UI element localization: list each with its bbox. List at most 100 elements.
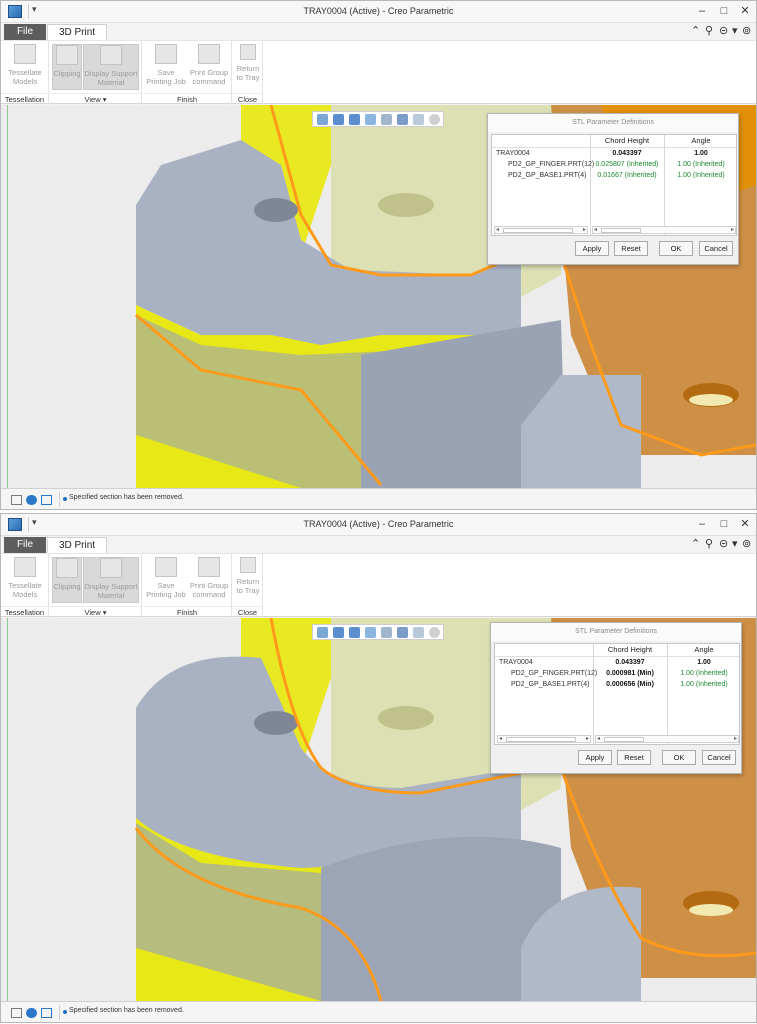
close-window-button[interactable]: ✕ (738, 516, 752, 532)
scroll-left-icon[interactable]: ◂ (496, 226, 499, 233)
view-manager-icon[interactable] (413, 627, 424, 638)
scroll-left-icon[interactable]: ◂ (499, 735, 502, 742)
cancel-button[interactable]: Cancel (702, 750, 736, 765)
scroll-left-icon[interactable]: ◂ (594, 226, 597, 233)
row-name-assembly[interactable]: TRAY0004 (499, 659, 533, 666)
row-angle-finger[interactable]: 1.00 (Inherited) (667, 670, 741, 677)
search-icon[interactable]: ⚲ (705, 537, 713, 550)
view-manager-icon[interactable] (413, 114, 424, 125)
save-printing-job-button[interactable]: Save Printing Job (145, 44, 187, 86)
tab-3d-print[interactable]: 3D Print (47, 537, 107, 553)
row-angle-assembly[interactable]: 1.00 (667, 659, 741, 666)
clipping-button[interactable]: Clipping (52, 44, 82, 90)
row-chord-base[interactable]: 0.000656 (Min) (593, 681, 667, 688)
column-header-angle[interactable]: Angle (667, 645, 741, 654)
return-to-tray-button[interactable]: Return to Tray (235, 44, 261, 82)
row-chord-finger[interactable]: 0.025807 (Inherited) (590, 161, 664, 168)
scroll-thumb[interactable] (506, 737, 576, 742)
maximize-button[interactable]: □ (717, 3, 731, 19)
refit-icon[interactable] (317, 114, 328, 125)
row-name-finger[interactable]: PD2_GP_FINGER.PRT(12) (511, 670, 597, 677)
clipping-button[interactable]: Clipping (52, 557, 82, 603)
row-angle-assembly[interactable]: 1.00 (664, 150, 738, 157)
tab-file[interactable]: File (4, 537, 46, 553)
reset-button[interactable]: Reset (614, 241, 648, 256)
row-name-base[interactable]: PD2_GP_BASE1.PRT(4) (511, 681, 589, 688)
help-dropdown-icon[interactable]: ▾ (732, 24, 738, 37)
scroll-thumb[interactable] (601, 228, 641, 233)
print-group-command-button[interactable]: Print Group command (188, 557, 230, 599)
model-tree-icon[interactable] (11, 495, 22, 505)
column-header-chord-height[interactable]: Chord Height (593, 645, 667, 654)
column-header-chord-height[interactable]: Chord Height (590, 136, 664, 145)
datum-display-icon[interactable] (429, 627, 440, 638)
repaint-icon[interactable] (365, 627, 376, 638)
return-to-tray-button[interactable]: Return to Tray (235, 557, 261, 595)
group-label-view[interactable]: View ▾ (50, 606, 141, 618)
graphics-area[interactable]: STL Parameter Definitions Chord Height A… (1, 618, 756, 1001)
cancel-button[interactable]: Cancel (699, 241, 733, 256)
close-window-button[interactable]: ✕ (738, 3, 752, 19)
name-column-scrollbar[interactable]: ◂ ▸ (497, 735, 591, 743)
tab-file[interactable]: File (4, 24, 46, 40)
scroll-right-icon[interactable]: ▸ (734, 735, 737, 742)
zoom-out-icon[interactable] (349, 114, 360, 125)
browser-icon[interactable] (26, 1008, 37, 1018)
scroll-left-icon[interactable]: ◂ (597, 735, 600, 742)
group-label-view[interactable]: View ▾ (50, 93, 141, 105)
fullscreen-icon[interactable] (41, 495, 52, 505)
zoom-out-icon[interactable] (349, 627, 360, 638)
help-icon[interactable]: ⊝ (719, 537, 728, 550)
value-columns-scrollbar[interactable]: ◂ ▸ (595, 735, 739, 743)
zoom-in-icon[interactable] (333, 114, 344, 125)
scroll-right-icon[interactable]: ▸ (586, 735, 589, 742)
display-support-material-button[interactable]: Display Support Material (83, 557, 139, 603)
saved-orientations-icon[interactable] (397, 627, 408, 638)
model-tree-icon[interactable] (11, 1008, 22, 1018)
minimize-button[interactable]: – (695, 516, 709, 532)
scroll-right-icon[interactable]: ▸ (583, 226, 586, 233)
refit-icon[interactable] (317, 627, 328, 638)
row-angle-base[interactable]: 1.00 (Inherited) (664, 172, 738, 179)
display-style-icon[interactable] (381, 627, 392, 638)
row-angle-base[interactable]: 1.00 (Inherited) (667, 681, 741, 688)
column-header-angle[interactable]: Angle (664, 136, 738, 145)
datum-display-icon[interactable] (429, 114, 440, 125)
row-chord-assembly[interactable]: 0.043397 (593, 659, 667, 666)
scroll-right-icon[interactable]: ▸ (731, 226, 734, 233)
save-printing-job-button[interactable]: Save Printing Job (145, 557, 187, 599)
row-chord-base[interactable]: 0.01667 (Inherited) (590, 172, 664, 179)
tessellate-models-button[interactable]: Tessellate Models (4, 44, 46, 86)
row-angle-finger[interactable]: 1.00 (Inherited) (664, 161, 738, 168)
ok-button[interactable]: OK (662, 750, 696, 765)
tessellate-models-button[interactable]: Tessellate Models (4, 557, 46, 599)
search-icon[interactable]: ⚲ (705, 24, 713, 37)
help-dropdown-icon[interactable]: ▾ (732, 537, 738, 550)
print-group-command-button[interactable]: Print Group command (188, 44, 230, 86)
maximize-button[interactable]: □ (717, 516, 731, 532)
help-center-icon[interactable]: ⊚ (742, 537, 751, 550)
display-support-material-button[interactable]: Display Support Material (83, 44, 139, 90)
repaint-icon[interactable] (365, 114, 376, 125)
scroll-thumb[interactable] (503, 228, 573, 233)
minimize-button[interactable]: – (695, 3, 709, 19)
value-columns-scrollbar[interactable]: ◂ ▸ (592, 226, 736, 234)
collapse-ribbon-icon[interactable]: ⌃ (691, 537, 700, 550)
help-icon[interactable]: ⊝ (719, 24, 728, 37)
row-name-finger[interactable]: PD2_GP_FINGER.PRT(12) (508, 161, 594, 168)
row-chord-finger[interactable]: 0.000981 (Min) (593, 670, 667, 677)
collapse-ribbon-icon[interactable]: ⌃ (691, 24, 700, 37)
name-column-scrollbar[interactable]: ◂ ▸ (494, 226, 588, 234)
zoom-in-icon[interactable] (333, 627, 344, 638)
reset-button[interactable]: Reset (617, 750, 651, 765)
row-chord-assembly[interactable]: 0.043397 (590, 150, 664, 157)
help-center-icon[interactable]: ⊚ (742, 24, 751, 37)
display-style-icon[interactable] (381, 114, 392, 125)
fullscreen-icon[interactable] (41, 1008, 52, 1018)
scroll-thumb[interactable] (604, 737, 644, 742)
tab-3d-print[interactable]: 3D Print (47, 24, 107, 40)
browser-icon[interactable] (26, 495, 37, 505)
apply-button[interactable]: Apply (575, 241, 609, 256)
graphics-area[interactable]: STL Parameter Definitions Chord Height A… (1, 105, 756, 488)
row-name-assembly[interactable]: TRAY0004 (496, 150, 530, 157)
